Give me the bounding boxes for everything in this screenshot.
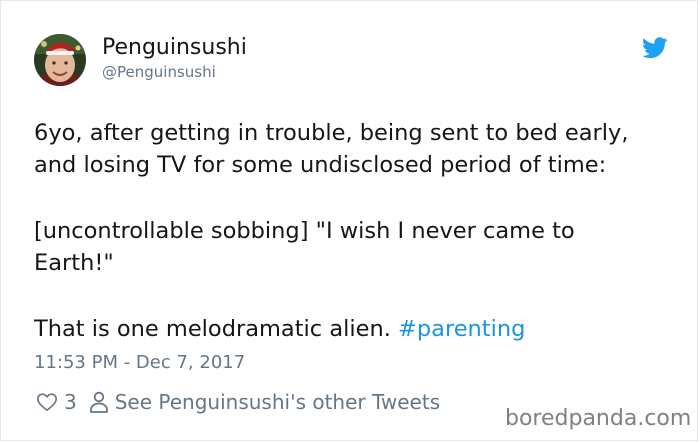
tweet-line: 6yo, after getting in trouble, being sen… [34,120,629,146]
heart-icon[interactable] [36,391,58,413]
avatar-photo [34,34,86,86]
avatar[interactable] [34,34,86,86]
tweet-line: Earth!" [34,250,114,276]
watermark: boredpanda.com [505,406,692,431]
tweet-line-last: That is one melodramatic alien. #parenti… [34,313,684,345]
twitter-bird-icon[interactable] [642,37,668,59]
other-tweets-link[interactable]: See Penguinsushi's other Tweets [115,390,440,414]
tweet-text: 6yo, after getting in trouble, being sen… [34,117,684,345]
tweet-line: and losing TV for some undisclosed perio… [34,152,607,178]
author-handle[interactable]: @Penguinsushi [102,63,216,81]
like-count: 3 [64,390,77,414]
hashtag-link[interactable]: #parenting [398,316,525,342]
tweet-line: [uncontrollable sobbing] "I wish I never… [34,218,575,244]
tweet-line-text: That is one melodramatic alien. [34,316,399,342]
tweet-card: Penguinsushi @Penguinsushi 6yo, after ge… [0,0,698,441]
tweet-actions: 3 See Penguinsushi's other Tweets [36,389,440,415]
author-display-name[interactable]: Penguinsushi [102,35,247,60]
person-icon [89,391,109,413]
tweet-timestamp[interactable]: 11:53 PM - Dec 7, 2017 [34,352,245,373]
